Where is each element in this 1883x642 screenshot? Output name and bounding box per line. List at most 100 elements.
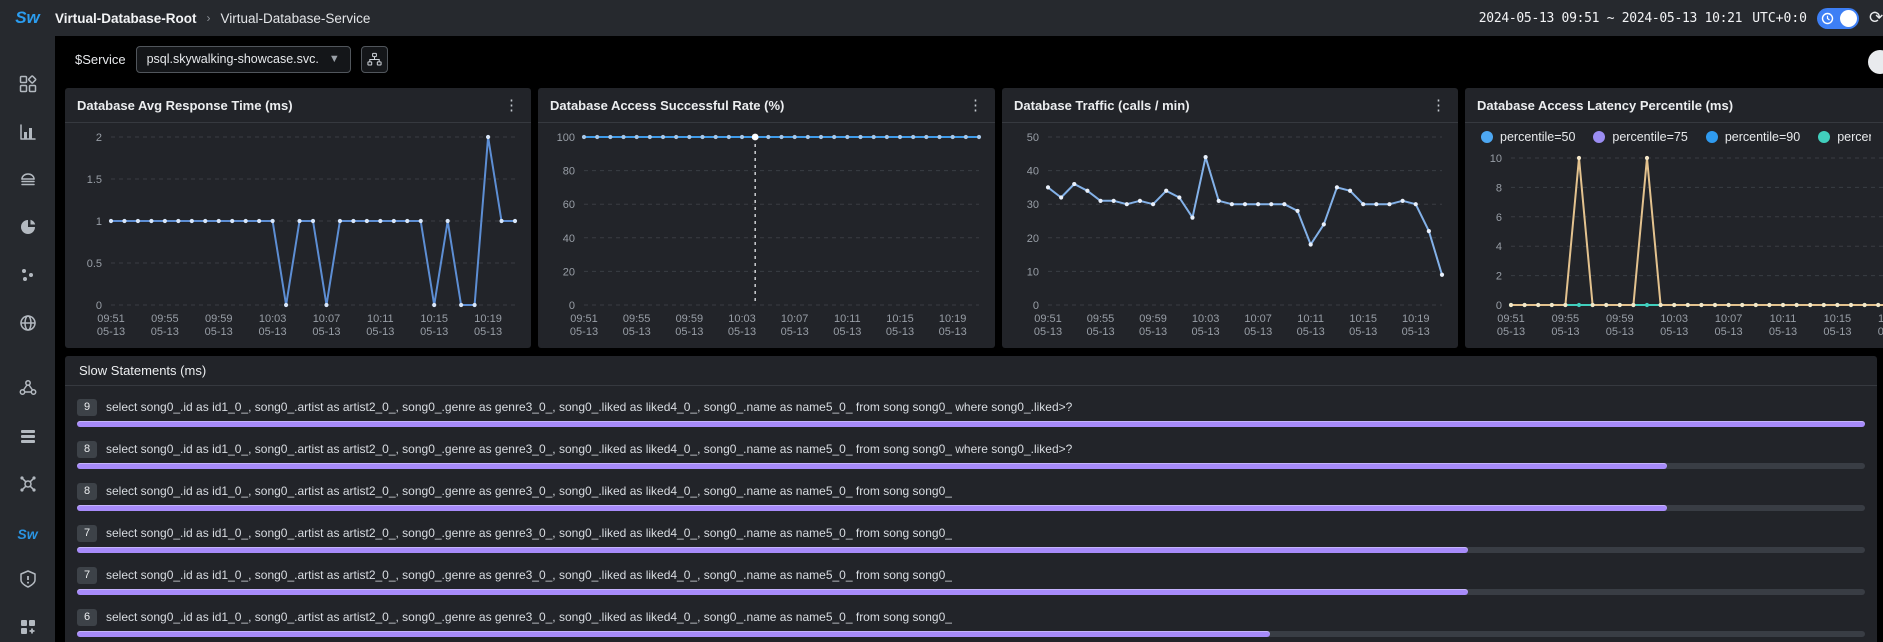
svg-text:09:51: 09:51: [97, 313, 125, 325]
slow-statement-row[interactable]: 6 select song0_.id as id1_0_, song0_.art…: [77, 608, 1865, 637]
panel-title: Database Access Latency Percentile (ms): [1477, 98, 1733, 113]
pie-icon: [18, 217, 38, 242]
scatter-icon: [18, 265, 38, 290]
statement-bar-track: [77, 547, 1865, 553]
svg-text:05-13: 05-13: [420, 326, 448, 338]
alert-icon: [18, 569, 38, 594]
sidebar-item-alert[interactable]: [14, 569, 42, 595]
legend-dot-icon: [1481, 131, 1493, 143]
svg-text:09:59: 09:59: [676, 313, 704, 325]
svg-text:0: 0: [1496, 300, 1502, 312]
svg-text:40: 40: [1027, 166, 1039, 178]
panel-menu-icon[interactable]: ⋮: [968, 98, 983, 113]
sidebar-item-add-widget[interactable]: [14, 616, 42, 642]
svg-text:10:03: 10:03: [1660, 313, 1688, 325]
statement-text: select song0_.id as id1_0_, song0_.artis…: [106, 526, 952, 540]
sidebar-item-pie[interactable]: [14, 217, 42, 243]
service-select[interactable]: psql.skywalking-showcase.svc. ▼: [136, 46, 351, 73]
statement-bar-track: [77, 631, 1865, 637]
statement-text: select song0_.id as id1_0_, song0_.artis…: [106, 610, 952, 624]
panel-title: Database Access Successful Rate (%): [550, 98, 784, 113]
legend-item[interactable]: percentile=50: [1481, 130, 1575, 144]
breadcrumb-current: Virtual-Database-Service: [221, 11, 371, 26]
slow-statement-row[interactable]: 7 select song0_.id as id1_0_, song0_.art…: [77, 566, 1865, 595]
globe-icon: [18, 313, 38, 338]
legend-item[interactable]: percentile=90: [1706, 130, 1800, 144]
utc-toggle[interactable]: [1817, 8, 1859, 29]
chart-canvas[interactable]: 024681009:5105-1309:5505-1309:5905-1310:…: [1465, 150, 1883, 347]
statement-bar-fill: [77, 463, 1667, 469]
svg-text:10:11: 10:11: [834, 313, 861, 325]
slow-statement-row[interactable]: 7 select song0_.id as id1_0_, song0_.art…: [77, 524, 1865, 553]
sidebar-item-charts[interactable]: [14, 122, 42, 148]
svg-text:05-13: 05-13: [1606, 326, 1634, 338]
svg-text:10:15: 10:15: [1824, 313, 1852, 325]
svg-text:0: 0: [1033, 300, 1039, 312]
svg-text:6: 6: [1496, 212, 1502, 224]
panel-header: Database Traffic (calls / min)⋮: [1002, 88, 1458, 123]
topology-button[interactable]: [361, 46, 388, 73]
svg-text:05-13: 05-13: [675, 326, 703, 338]
svg-text:30: 30: [1027, 199, 1039, 211]
svg-text:09:55: 09:55: [151, 313, 179, 325]
chart-panel-0: Database Avg Response Time (ms)⋮00.511.5…: [65, 88, 531, 348]
sitemap-icon: [367, 52, 382, 67]
panel-menu-icon[interactable]: ⋮: [1431, 98, 1446, 113]
dashboard-icon: [18, 74, 38, 99]
svg-text:10:03: 10:03: [728, 313, 756, 325]
statement-bar-fill: [77, 421, 1865, 427]
svg-text:100: 100: [557, 132, 575, 144]
time-range[interactable]: 2024-05-13 09:51 ~ 2024-05-13 10:21: [1479, 11, 1742, 26]
svg-text:4: 4: [1496, 241, 1502, 253]
svg-text:40: 40: [563, 233, 575, 245]
service-select-value: psql.skywalking-showcase.svc.: [147, 52, 319, 66]
slow-statement-row[interactable]: 8 select song0_.id as id1_0_, song0_.art…: [77, 440, 1865, 469]
svg-text:09:55: 09:55: [623, 313, 651, 325]
sidebar-item-flow[interactable]: [14, 473, 42, 499]
sidebar-item-scatter[interactable]: [14, 265, 42, 291]
slow-statements-list: 9 select song0_.id as id1_0_, song0_.art…: [65, 386, 1877, 642]
legend-dot-icon: [1818, 131, 1830, 143]
slow-statement-row[interactable]: 8 select song0_.id as id1_0_, song0_.art…: [77, 482, 1865, 511]
svg-text:09:59: 09:59: [1606, 313, 1634, 325]
statement-duration-badge: 7: [77, 567, 97, 584]
sidebar: Sw: [0, 36, 55, 642]
refresh-icon[interactable]: ⟳: [1869, 8, 1883, 28]
statement-duration-badge: 8: [77, 483, 97, 500]
chart-canvas[interactable]: 0102030405009:5105-1309:5505-1309:5905-1…: [1002, 123, 1458, 347]
svg-text:05-13: 05-13: [312, 326, 340, 338]
svg-text:10:11: 10:11: [1770, 313, 1797, 325]
sidebar-item-list[interactable]: [14, 426, 42, 452]
svg-text:10:15: 10:15: [420, 313, 448, 325]
panel-header: Database Access Latency Percentile (ms): [1465, 88, 1883, 123]
slow-statement-row[interactable]: 9 select song0_.id as id1_0_, song0_.art…: [77, 398, 1865, 427]
sidebar-item-skywalking-active[interactable]: Sw: [14, 521, 42, 547]
breadcrumb-root[interactable]: Virtual-Database-Root: [55, 11, 197, 26]
svg-text:10:15: 10:15: [886, 313, 914, 325]
panel-header: Database Avg Response Time (ms)⋮: [65, 88, 531, 123]
svg-text:05-13: 05-13: [1192, 326, 1220, 338]
svg-text:05-13: 05-13: [474, 326, 502, 338]
chart-panel-2: Database Traffic (calls / min)⋮010203040…: [1002, 88, 1458, 348]
legend-item[interactable]: percentile=95: [1818, 130, 1871, 144]
sidebar-item-dashboard[interactable]: [14, 74, 42, 100]
svg-text:05-13: 05-13: [366, 326, 394, 338]
sidebar-item-globe[interactable]: [14, 312, 42, 338]
svg-text:09:51: 09:51: [1034, 313, 1062, 325]
chevron-down-icon: ▼: [329, 53, 340, 65]
svg-text:05-13: 05-13: [97, 326, 125, 338]
svg-text:1.5: 1.5: [87, 174, 102, 186]
statement-text: select song0_.id as id1_0_, song0_.artis…: [106, 442, 1072, 456]
svg-text:10:15: 10:15: [1349, 313, 1377, 325]
chart-canvas[interactable]: 02040608010009:5105-1309:5505-1309:5905-…: [538, 123, 995, 347]
panel-menu-icon[interactable]: ⋮: [504, 98, 519, 113]
legend-item[interactable]: percentile=75: [1593, 130, 1687, 144]
sidebar-item-database[interactable]: [14, 169, 42, 195]
svg-text:80: 80: [563, 166, 575, 178]
chart-canvas[interactable]: 00.511.5209:5105-1309:5505-1309:5905-131…: [65, 123, 531, 347]
panel-header: Database Access Successful Rate (%) ⋮: [538, 88, 995, 123]
timezone-label: UTC+0:0: [1752, 11, 1807, 26]
skywalking-logo-icon[interactable]: Sw: [0, 8, 55, 28]
sidebar-item-topology[interactable]: [14, 378, 42, 404]
statement-text: select song0_.id as id1_0_, song0_.artis…: [106, 568, 952, 582]
